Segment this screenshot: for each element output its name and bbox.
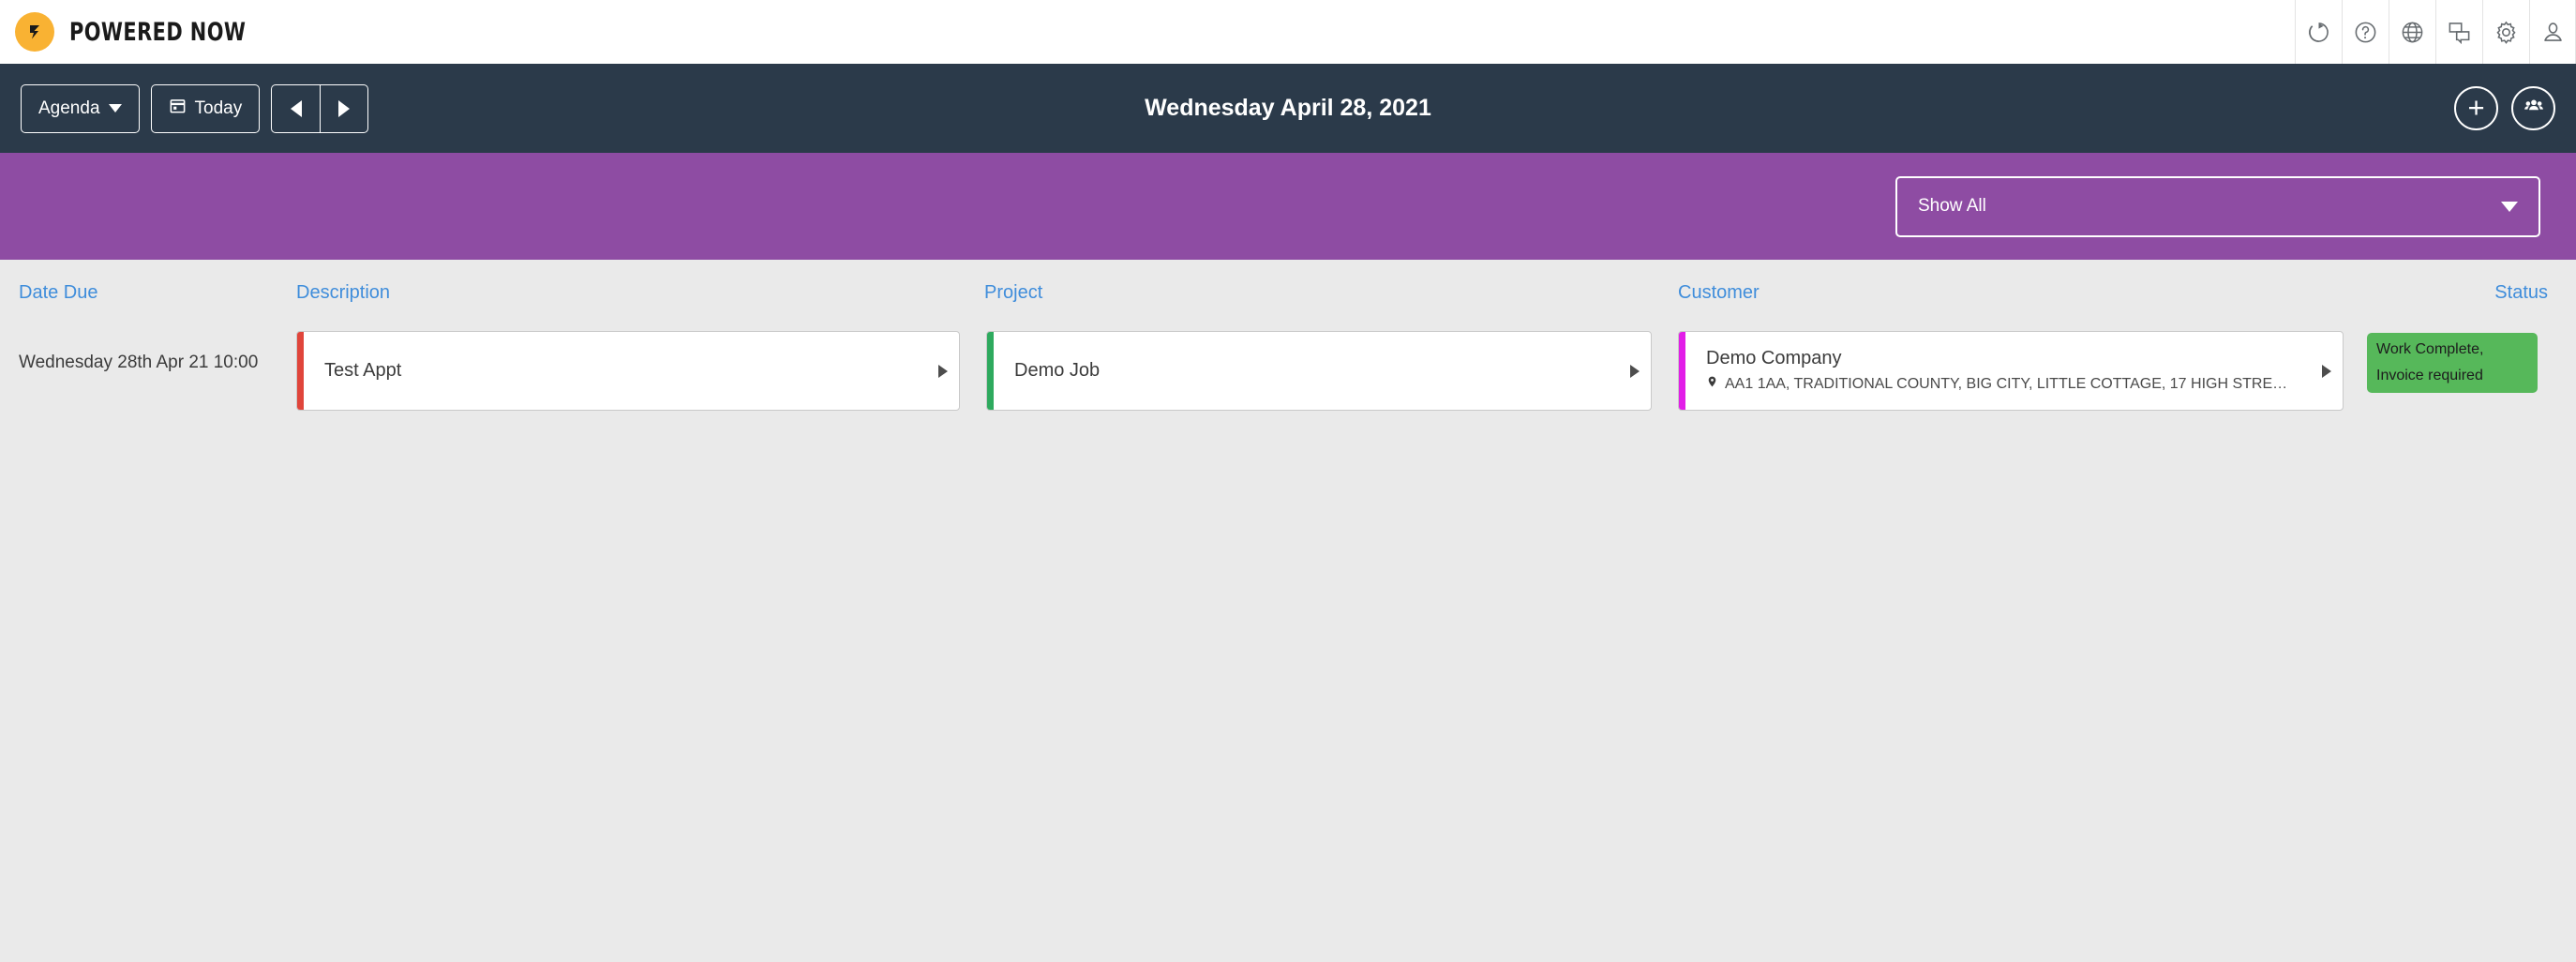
- show-all-filter-label: Show All: [1918, 196, 1986, 216]
- show-all-filter-select[interactable]: Show All: [1895, 175, 2540, 237]
- customer-address: AA1 1AA, TRADITIONAL COUNTY, BIG CITY, L…: [1725, 375, 2294, 392]
- chevron-right-icon: [938, 364, 948, 378]
- calendar-nav-bar: Agenda Today Wednesday April 28, 2021 +: [0, 64, 2576, 153]
- brand[interactable]: POWERED NOW: [0, 12, 275, 52]
- customer-card[interactable]: Demo Company AA1 1AA, TRADITIONAL COUNTY…: [1678, 331, 2344, 411]
- header-icon-group: [2295, 0, 2576, 64]
- view-selector-label: Agenda: [38, 98, 100, 118]
- globe-language-icon[interactable]: [2389, 0, 2435, 64]
- description-accent-bar: [297, 332, 304, 410]
- table-column-headers: Date Due Description Project Customer St…: [0, 260, 2576, 323]
- customer-accent-bar: [1679, 332, 1685, 410]
- chevron-down-icon: [2501, 201, 2518, 212]
- description-card-body: Test Appt: [304, 360, 927, 382]
- column-header-customer[interactable]: Customer: [1678, 282, 1760, 304]
- column-header-description[interactable]: Description: [296, 282, 390, 304]
- powered-now-logo-icon: [15, 12, 54, 52]
- add-button[interactable]: +: [2454, 86, 2498, 130]
- calendar-icon: [169, 97, 187, 120]
- project-title: Demo Job: [1014, 360, 1101, 381]
- cell-date-due: Wednesday 28th Apr 21 10:00: [19, 353, 259, 372]
- current-date-title: Wednesday April 28, 2021: [1145, 95, 1431, 121]
- project-card-chevron[interactable]: [1619, 364, 1651, 378]
- refresh-sync-icon[interactable]: [2295, 0, 2342, 64]
- top-header: POWERED NOW: [0, 0, 2576, 64]
- nav-right-controls: +: [2454, 86, 2555, 130]
- status-badge[interactable]: Work Complete, Invoice required: [2367, 333, 2538, 393]
- chevron-right-icon: [2322, 364, 2331, 378]
- project-card-body: Demo Job: [994, 360, 1619, 382]
- column-header-status[interactable]: Status: [2494, 282, 2548, 304]
- nav-left-controls: Agenda Today: [21, 83, 369, 133]
- team-view-button[interactable]: [2511, 86, 2555, 130]
- column-header-project[interactable]: Project: [984, 282, 1042, 304]
- agenda-table: Date Due Description Project Customer St…: [0, 260, 2576, 962]
- customer-card-body: Demo Company AA1 1AA, TRADITIONAL COUNTY…: [1685, 348, 2311, 394]
- chevron-right-icon: [338, 99, 351, 117]
- team-people-icon: [2524, 96, 2544, 121]
- description-title: Test Appt: [324, 360, 402, 381]
- location-pin-icon: [1706, 374, 1718, 394]
- chevron-right-icon: [1630, 364, 1640, 378]
- previous-period-button[interactable]: [272, 85, 320, 132]
- view-selector-agenda[interactable]: Agenda: [21, 83, 140, 133]
- filter-bar: Show All: [0, 153, 2576, 260]
- project-accent-bar: [987, 332, 994, 410]
- plus-icon: +: [2467, 90, 2485, 124]
- description-card-chevron[interactable]: [927, 364, 959, 378]
- customer-name: Demo Company: [1706, 348, 1842, 368]
- description-card[interactable]: Test Appt: [296, 331, 960, 411]
- today-button[interactable]: Today: [150, 83, 261, 133]
- help-question-icon[interactable]: [2342, 0, 2389, 64]
- chat-messages-icon[interactable]: [2435, 0, 2482, 64]
- column-header-date-due[interactable]: Date Due: [19, 282, 98, 304]
- user-profile-icon[interactable]: [2529, 0, 2576, 64]
- settings-gear-icon[interactable]: [2482, 0, 2529, 64]
- table-row: Wednesday 28th Apr 21 10:00 Test Appt De…: [0, 323, 2576, 411]
- today-label: Today: [194, 98, 243, 118]
- customer-address-row: AA1 1AA, TRADITIONAL COUNTY, BIG CITY, L…: [1706, 374, 2294, 394]
- nav-arrow-group: [271, 83, 369, 133]
- brand-name: POWERED NOW: [69, 17, 247, 47]
- customer-card-chevron[interactable]: [2311, 364, 2343, 378]
- chevron-left-icon: [290, 99, 302, 117]
- chevron-down-icon: [108, 104, 122, 113]
- next-period-button[interactable]: [320, 84, 367, 132]
- project-card[interactable]: Demo Job: [986, 331, 1652, 411]
